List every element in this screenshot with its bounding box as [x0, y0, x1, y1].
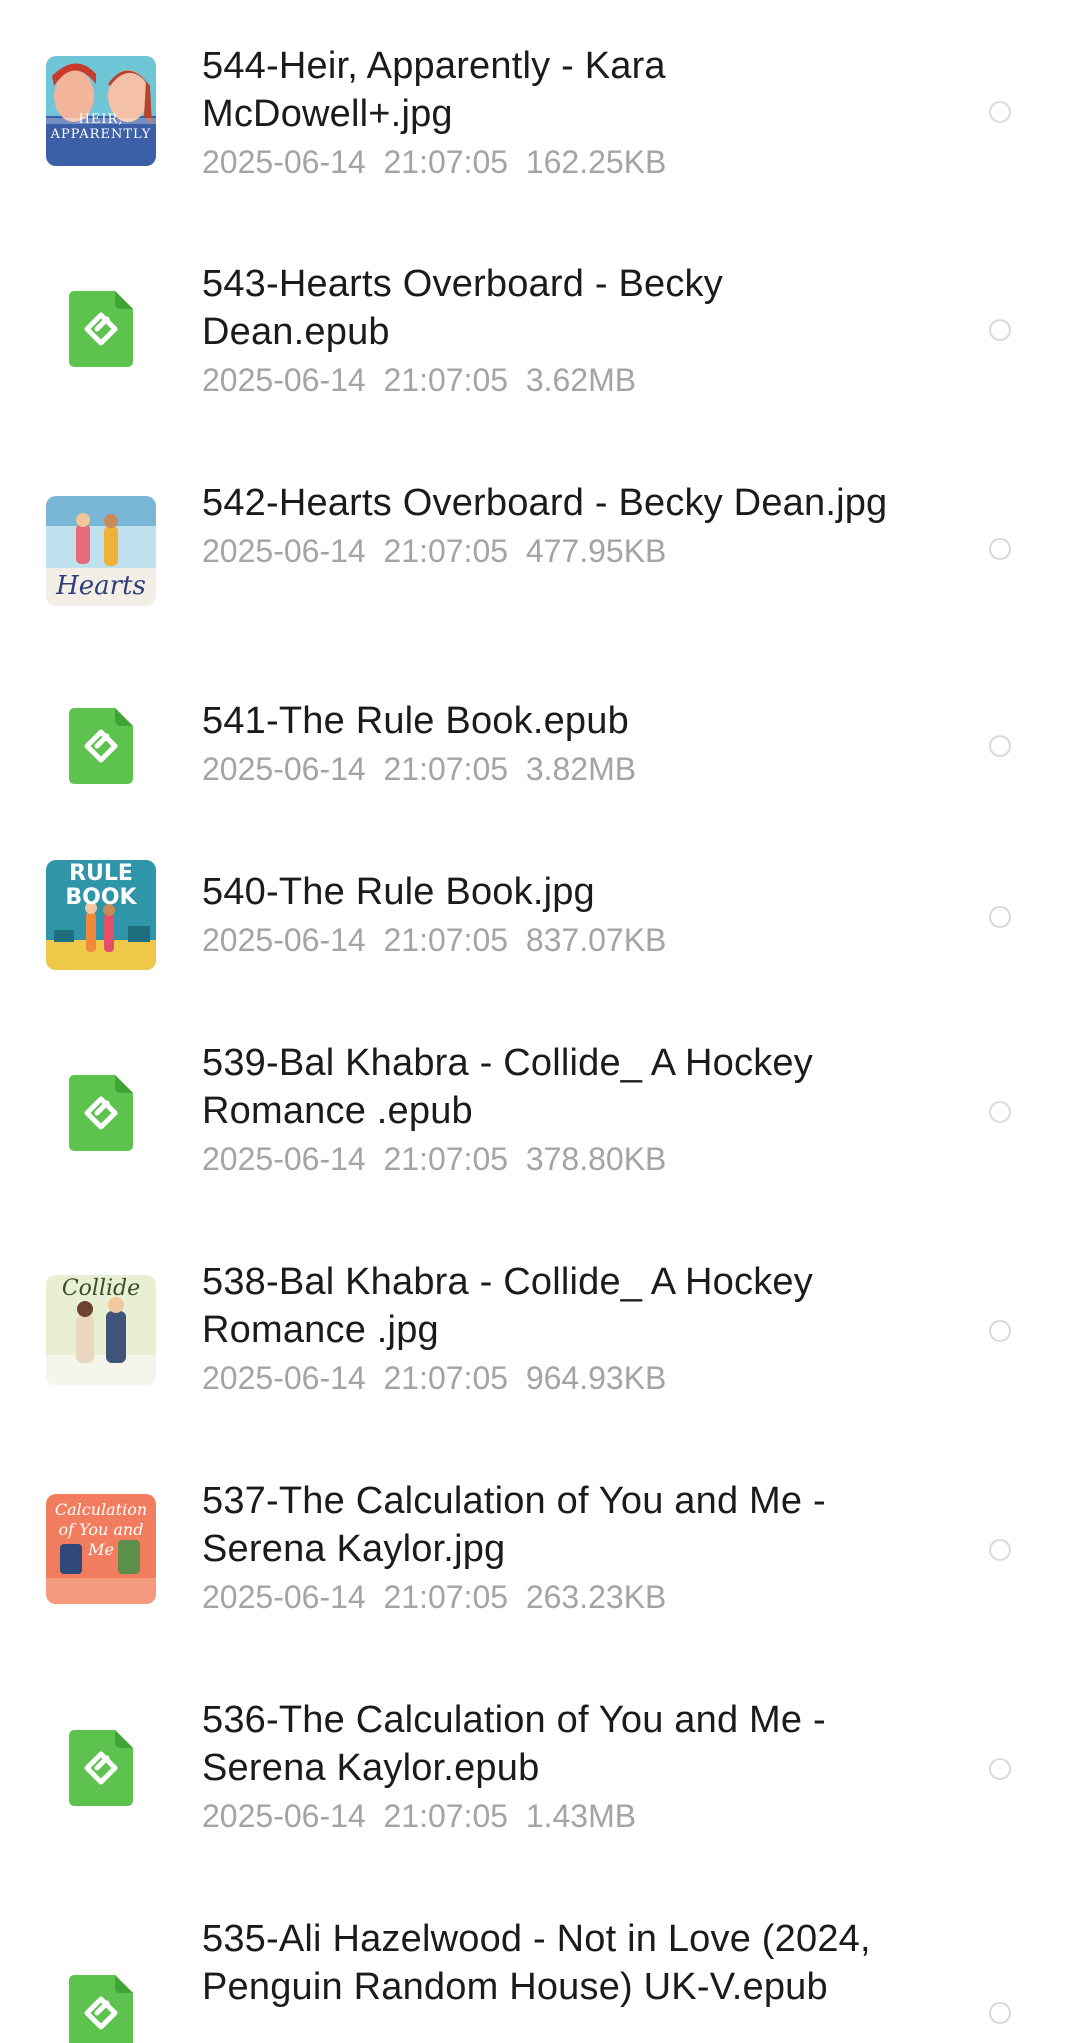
file-info: 541-The Rule Book.epub 2025-06-14 21:07:…: [202, 697, 902, 793]
select-radio[interactable]: [989, 538, 1011, 560]
select-radio[interactable]: [989, 319, 1011, 341]
select-radio[interactable]: [989, 735, 1011, 757]
select-radio[interactable]: [989, 1101, 1011, 1123]
file-info: 538-Bal Khabra - Collide_ A Hockey Roman…: [202, 1258, 902, 1402]
file-info: 542-Hearts Overboard - Becky Dean.jpg 20…: [202, 479, 902, 575]
file-size: 964.93KB: [525, 1360, 667, 1396]
file-row-535[interactable]: 535-Ali Hazelwood - Not in Love (2024, P…: [0, 1903, 1080, 2043]
file-meta: 2025-06-14 21:07:05 378.80KB: [202, 1135, 902, 1183]
file-time: 21:07:05: [383, 1360, 509, 1396]
file-size: 162.25KB: [525, 144, 667, 180]
file-name: 535-Ali Hazelwood - Not in Love (2024, P…: [202, 1918, 871, 2008]
file-date: 2025-06-14: [202, 751, 366, 787]
file-row-537[interactable]: Calculation of You and Me 537-The Calcul…: [0, 1465, 1080, 1665]
file-size: 1.43MB: [525, 1798, 637, 1834]
file-time: 21:07:05: [383, 922, 509, 958]
file-name: 537-The Calculation of You and Me - Sere…: [202, 1480, 826, 1570]
file-info: 544-Heir, Apparently - Kara McDowell+.jp…: [202, 42, 902, 186]
file-info: 537-The Calculation of You and Me - Sere…: [202, 1477, 902, 1621]
file-row-541[interactable]: 541-The Rule Book.epub 2025-06-14 21:07:…: [0, 685, 1080, 885]
file-size: 837.07KB: [525, 922, 667, 958]
file-date: 2025-06-14: [202, 1798, 366, 1834]
select-radio[interactable]: [989, 906, 1011, 928]
file-date: 2025-06-14: [202, 922, 366, 958]
file-time: 21:07:05: [383, 362, 509, 398]
file-info: 535-Ali Hazelwood - Not in Love (2024, P…: [202, 1915, 902, 2011]
file-meta: 2025-06-14 21:07:05 263.23KB: [202, 1573, 902, 1621]
file-info: 539-Bal Khabra - Collide_ A Hockey Roman…: [202, 1039, 902, 1183]
file-size: 3.82MB: [525, 751, 637, 787]
epub-icon: [69, 1075, 133, 1151]
file-time: 21:07:05: [383, 1579, 509, 1615]
file-time: 21:07:05: [383, 1141, 509, 1177]
file-name: 542-Hearts Overboard - Becky Dean.jpg: [202, 482, 888, 524]
cover-thumbnail-collide: Collide: [46, 1275, 156, 1385]
file-name: 539-Bal Khabra - Collide_ A Hockey Roman…: [202, 1042, 813, 1132]
file-row-543[interactable]: 543-Hearts Overboard - Becky Dean.epub 2…: [0, 248, 1080, 448]
file-info: 540-The Rule Book.jpg 2025-06-14 21:07:0…: [202, 868, 902, 964]
file-row-539[interactable]: 539-Bal Khabra - Collide_ A Hockey Roman…: [0, 1027, 1080, 1227]
file-date: 2025-06-14: [202, 1360, 366, 1396]
select-radio[interactable]: [989, 1320, 1011, 1342]
file-date: 2025-06-14: [202, 1579, 366, 1615]
file-date: 2025-06-14: [202, 362, 366, 398]
file-size: 3.62MB: [525, 362, 637, 398]
cover-title-text: RULE BOOK: [65, 861, 137, 910]
epub-icon: [69, 1730, 133, 1806]
file-name: 544-Heir, Apparently - Kara McDowell+.jp…: [202, 45, 666, 135]
cover-title-text: Calculation of You and Me: [54, 1500, 148, 1559]
file-meta: 2025-06-14 21:07:05 1.43MB: [202, 1792, 902, 1840]
cover-title-text: HEIR, APPARENTLY: [50, 112, 152, 142]
select-radio[interactable]: [989, 1539, 1011, 1561]
file-info: 543-Hearts Overboard - Becky Dean.epub 2…: [202, 260, 902, 404]
epub-icon: [69, 1975, 133, 2043]
cover-thumbnail-heir-apparently: HEIR, APPARENTLY: [46, 56, 156, 166]
file-info: 536-The Calculation of You and Me - Sere…: [202, 1696, 902, 1840]
file-row-540[interactable]: RULE BOOK 540-The Rule Book.jpg 2025-06-…: [0, 856, 1080, 1056]
file-meta: 2025-06-14 21:07:05 477.95KB: [202, 527, 902, 575]
file-time: 21:07:05: [383, 144, 509, 180]
select-radio[interactable]: [989, 101, 1011, 123]
file-name: 543-Hearts Overboard - Becky Dean.epub: [202, 263, 723, 353]
cover-title-text: Collide: [61, 1276, 141, 1301]
file-meta: 2025-06-14 21:07:05 3.82MB: [202, 745, 902, 793]
file-row-538[interactable]: Collide 538-Bal Khabra - Collide_ A Hock…: [0, 1246, 1080, 1446]
cover-thumbnail-rule-book: RULE BOOK: [46, 860, 156, 970]
file-meta: 2025-06-14 21:07:05 3.62MB: [202, 356, 902, 404]
file-name: 541-The Rule Book.epub: [202, 700, 629, 742]
file-row-542[interactable]: Hearts 542-Hearts Overboard - Becky Dean…: [0, 467, 1080, 667]
file-name: 538-Bal Khabra - Collide_ A Hockey Roman…: [202, 1261, 813, 1351]
file-size: 378.80KB: [525, 1141, 667, 1177]
file-size: 263.23KB: [525, 1579, 667, 1615]
file-time: 21:07:05: [383, 1798, 509, 1834]
epub-icon: [69, 291, 133, 367]
cover-thumbnail-calculation: Calculation of You and Me: [46, 1494, 156, 1604]
select-radio[interactable]: [989, 2002, 1011, 2024]
file-date: 2025-06-14: [202, 1141, 366, 1177]
file-meta: 2025-06-14 21:07:05 837.07KB: [202, 916, 902, 964]
file-row-544[interactable]: HEIR, APPARENTLY 544-Heir, Apparently - …: [0, 30, 1080, 230]
file-row-536[interactable]: 536-The Calculation of You and Me - Sere…: [0, 1684, 1080, 1884]
file-date: 2025-06-14: [202, 144, 366, 180]
file-meta: 2025-06-14 21:07:05 964.93KB: [202, 1354, 902, 1402]
epub-icon: [69, 708, 133, 784]
file-date: 2025-06-14: [202, 533, 366, 569]
cover-thumbnail-hearts-overboard: Hearts: [46, 496, 156, 606]
cover-title-text: Hearts: [56, 571, 146, 601]
file-time: 21:07:05: [383, 751, 509, 787]
file-meta: 2025-06-14 21:07:05 162.25KB: [202, 138, 902, 186]
file-name: 540-The Rule Book.jpg: [202, 871, 595, 913]
select-radio[interactable]: [989, 1758, 1011, 1780]
file-size: 477.95KB: [525, 533, 667, 569]
file-time: 21:07:05: [383, 533, 509, 569]
file-name: 536-The Calculation of You and Me - Sere…: [202, 1699, 826, 1789]
